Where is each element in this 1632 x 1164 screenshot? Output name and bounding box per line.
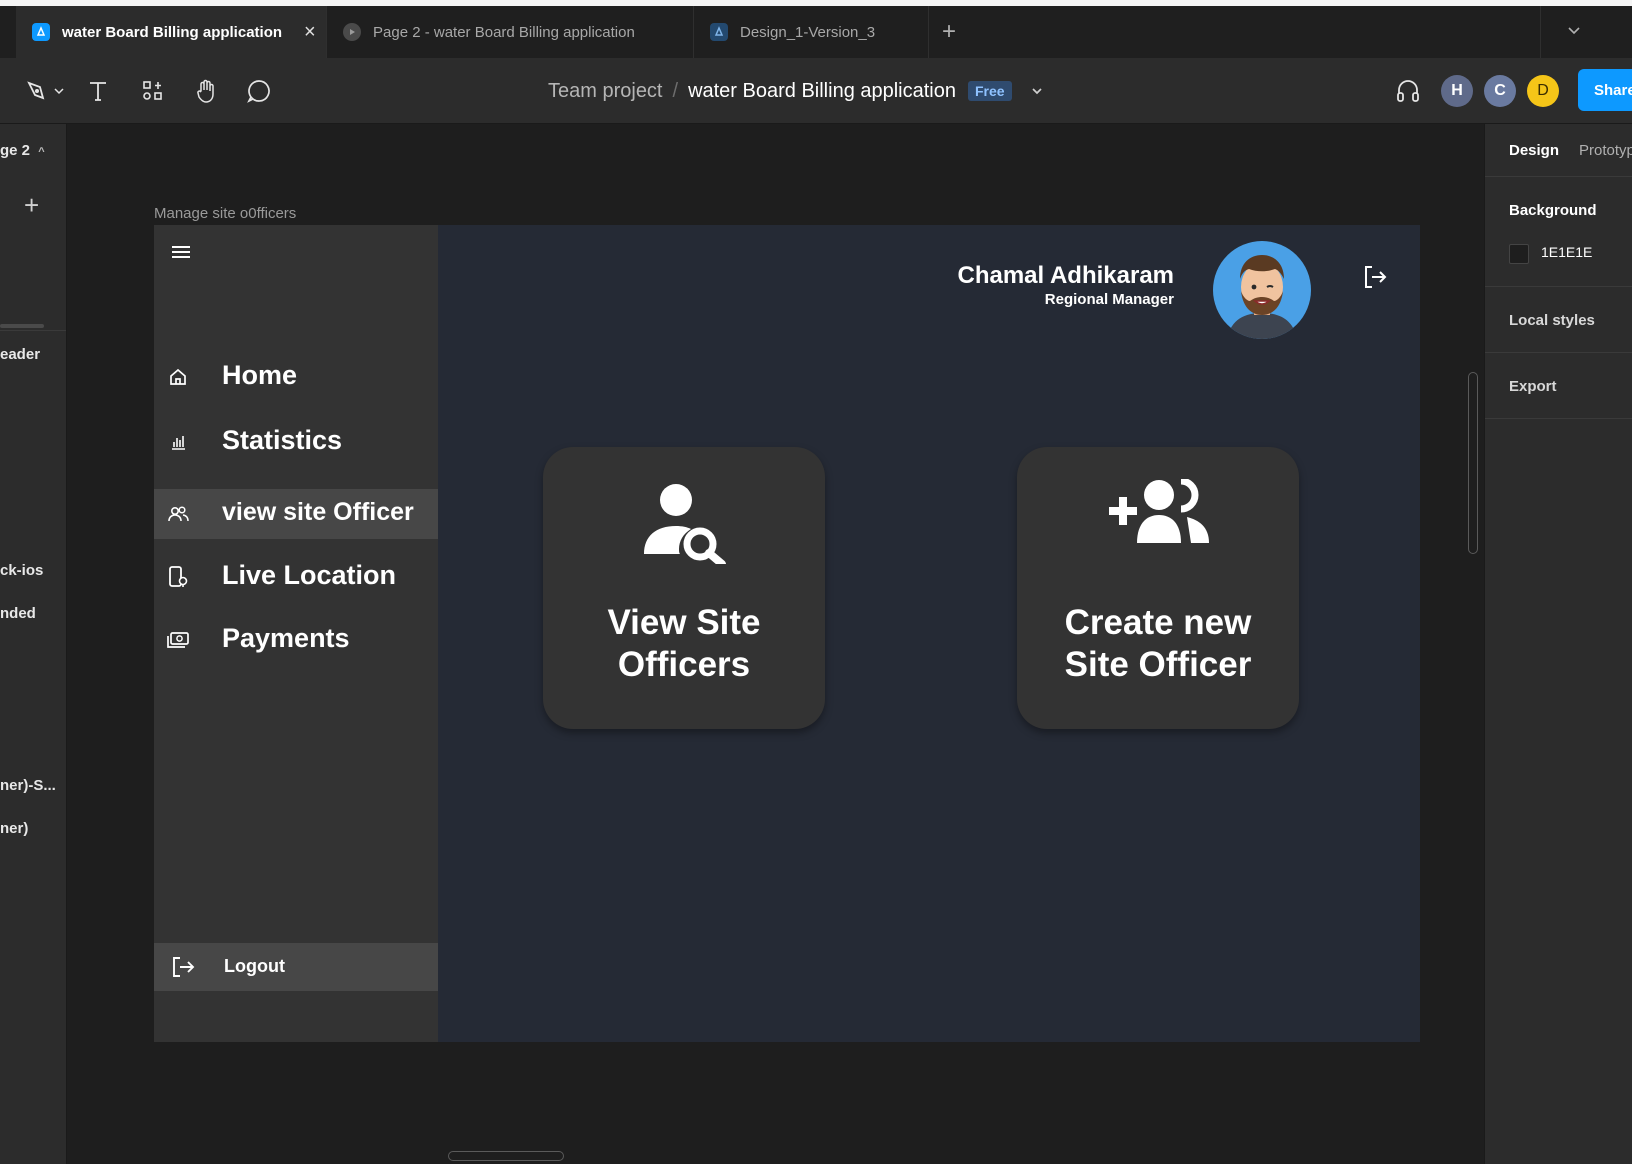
local-styles-label: Local styles	[1509, 312, 1595, 329]
card-title: Create new Site Officer	[1017, 602, 1299, 686]
page-selector[interactable]: ge 2 ^	[0, 142, 45, 159]
add-users-icon	[1105, 477, 1213, 548]
nav-item-view-site-officer[interactable]: view site Officer	[154, 489, 438, 539]
users-icon	[166, 502, 190, 526]
nav-label: Home	[222, 360, 298, 390]
nav-label: Payments	[222, 623, 350, 653]
page-label: ge 2	[0, 142, 31, 159]
collaborator-avatar[interactable]: D	[1527, 75, 1559, 107]
nav-item-live-location[interactable]: Live Location	[154, 555, 438, 599]
chevron-up-icon: ^	[38, 146, 45, 158]
breadcrumb-separator: /	[672, 79, 679, 102]
figma-file-icon	[32, 23, 50, 41]
card-title-line: Officers	[617, 645, 751, 684]
view-site-officers-card[interactable]: View Site Officers	[543, 447, 825, 729]
tab-water-board[interactable]: water Board Billing application ×	[16, 6, 326, 58]
card-title-line: View Site	[607, 603, 761, 642]
tab-page-2[interactable]: Page 2 - water Board Billing application	[327, 6, 693, 58]
nav-item-statistics[interactable]: Statistics	[154, 420, 438, 464]
toolbar: Team project / water Board Billing appli…	[0, 59, 1632, 124]
layer-item[interactable]: ner)-S...	[0, 777, 56, 794]
headphones-icon[interactable]	[1392, 75, 1424, 107]
user-name: Chamal Adhikaram	[957, 262, 1174, 289]
canvas-scrollbar-vertical[interactable]	[1468, 372, 1478, 554]
hand-tool-icon[interactable]	[190, 75, 222, 107]
panel-divider	[1485, 418, 1632, 419]
bar-chart-icon	[166, 430, 190, 454]
background-swatch[interactable]	[1509, 244, 1529, 264]
collaborator-avatar[interactable]: C	[1484, 75, 1516, 107]
tab-bar: water Board Billing application × Page 2…	[0, 6, 1632, 59]
card-title-line: Site Officer	[1064, 645, 1252, 684]
background-label: Background	[1509, 202, 1597, 219]
tab-prototype[interactable]: Prototyp	[1579, 142, 1632, 159]
panel-divider	[1485, 176, 1632, 177]
layer-item[interactable]: ner)	[0, 820, 28, 837]
hamburger-menu-icon[interactable]	[170, 243, 192, 266]
layer-item[interactable]: ck-ios	[0, 562, 43, 579]
pen-tool-icon[interactable]	[22, 75, 68, 107]
tab-label: Design_1-Version_3	[740, 23, 876, 41]
nav-label: view site Officer	[222, 498, 414, 526]
panel-divider	[0, 330, 66, 331]
user-role: Regional Manager	[1044, 291, 1174, 308]
panel-resize-handle[interactable]	[0, 324, 44, 328]
background-value[interactable]: 1E1E1E	[1541, 244, 1592, 260]
plan-badge: Free	[968, 81, 1012, 101]
app-sidebar: Home Statistics view site Officer Live L…	[154, 225, 438, 1042]
logout-button[interactable]: Logout	[154, 943, 438, 991]
tab-design-version[interactable]: Design_1-Version_3	[694, 6, 928, 58]
nav-label: Statistics	[222, 425, 343, 455]
breadcrumb: Team project / water Board Billing appli…	[548, 77, 1044, 105]
avatar[interactable]	[1213, 241, 1311, 339]
frame-label[interactable]: Manage site o0fficers	[154, 205, 296, 222]
design-panel: Design Prototyp Background 1E1E1E Local …	[1484, 124, 1632, 1164]
nav-label: Live Location	[222, 560, 397, 590]
logout-icon[interactable]	[1362, 264, 1388, 295]
close-tab-icon[interactable]: ×	[304, 21, 316, 44]
layer-item[interactable]: nded	[0, 605, 36, 622]
project-name[interactable]: water Board Billing application	[688, 80, 956, 103]
tab-divider	[1540, 6, 1541, 58]
nav-item-home[interactable]: Home	[154, 355, 438, 399]
canvas-scrollbar-horizontal[interactable]	[448, 1151, 564, 1161]
location-phone-icon	[166, 565, 190, 589]
panel-divider	[1485, 286, 1632, 287]
export-label[interactable]: Export	[1509, 378, 1557, 395]
text-tool-icon[interactable]	[82, 75, 114, 107]
layers-panel: ge 2 ^ + eader ck-ios nded ner)-S... ner…	[0, 124, 67, 1164]
breadcrumb-team[interactable]: Team project	[548, 80, 663, 103]
tab-design[interactable]: Design	[1509, 142, 1559, 159]
add-page-icon[interactable]: +	[24, 190, 39, 221]
logout-label: Logout	[224, 956, 285, 976]
panel-divider	[1485, 352, 1632, 353]
share-button[interactable]: Share	[1578, 69, 1632, 111]
figma-file-icon	[710, 23, 728, 41]
card-title-line: Create new	[1064, 603, 1252, 642]
tab-divider	[928, 6, 929, 58]
logout-icon	[170, 955, 196, 984]
tab-label: Page 2 - water Board Billing application	[373, 23, 635, 41]
nav-item-payments[interactable]: Payments	[154, 618, 438, 662]
user-search-icon	[642, 482, 728, 569]
chevron-down-icon[interactable]	[1030, 84, 1044, 98]
components-tool-icon[interactable]	[137, 75, 169, 107]
payments-icon	[166, 628, 190, 652]
home-icon	[166, 365, 190, 389]
layer-item[interactable]: eader	[0, 346, 40, 363]
play-icon	[343, 23, 361, 41]
create-site-officer-card[interactable]: Create new Site Officer	[1017, 447, 1299, 729]
collaborator-avatar[interactable]: H	[1441, 75, 1473, 107]
card-title: View Site Officers	[543, 602, 825, 686]
chevron-down-icon[interactable]	[1566, 22, 1582, 43]
tab-label: water Board Billing application	[62, 23, 283, 41]
new-tab-icon[interactable]: +	[942, 18, 956, 46]
comment-tool-icon[interactable]	[243, 75, 275, 107]
